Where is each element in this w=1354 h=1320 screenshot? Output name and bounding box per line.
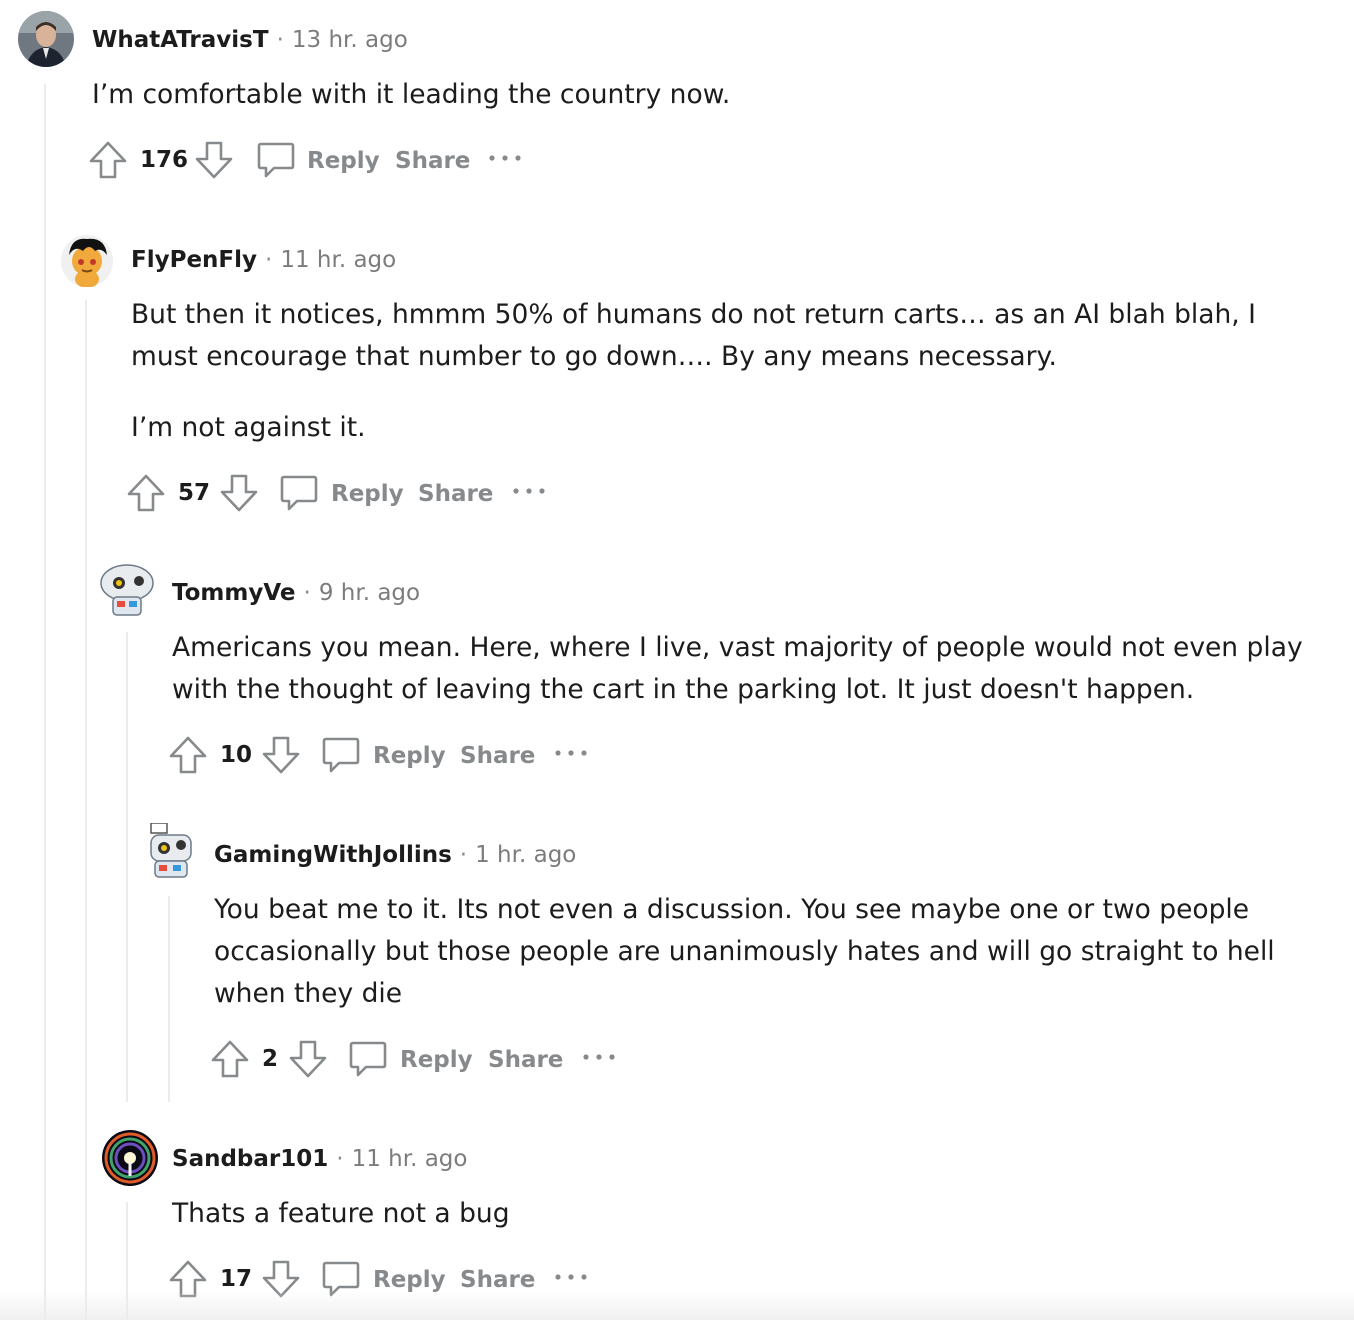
upvote-icon[interactable] bbox=[126, 473, 166, 513]
comment-body: Americans you mean. Here, where I live, … bbox=[172, 627, 1350, 711]
robot-snoo-avatar-icon bbox=[150, 823, 192, 878]
comment-bubble-icon[interactable] bbox=[256, 140, 296, 180]
vote-score: 176 bbox=[140, 147, 189, 173]
username[interactable]: GamingWithJollins bbox=[214, 842, 452, 868]
more-options-icon[interactable] bbox=[512, 473, 546, 513]
downvote-icon[interactable] bbox=[288, 1039, 328, 1079]
upvote-icon[interactable] bbox=[168, 735, 208, 775]
reply-button[interactable]: Reply bbox=[400, 1039, 473, 1081]
reply-button[interactable]: Reply bbox=[373, 735, 446, 777]
username[interactable]: FlyPenFly bbox=[131, 247, 257, 273]
timestamp[interactable]: 1 hr. ago bbox=[475, 842, 576, 868]
comment-body: You beat me to it. Its not even a discus… bbox=[214, 889, 1350, 1015]
avatar[interactable] bbox=[102, 1130, 158, 1186]
reply-button[interactable]: Reply bbox=[307, 140, 380, 182]
comment-paragraph: I’m comfortable with it leading the coun… bbox=[92, 79, 731, 110]
galaxy-photo-avatar-icon bbox=[102, 1130, 158, 1186]
thread-line[interactable] bbox=[126, 632, 128, 1102]
comment-bubble-icon[interactable] bbox=[321, 735, 361, 775]
vote-score: 2 bbox=[262, 1046, 279, 1072]
comment-paragraph: You beat me to it. Its not even a discus… bbox=[214, 894, 1275, 1009]
downvote-icon[interactable] bbox=[219, 473, 259, 513]
timestamp[interactable]: 11 hr. ago bbox=[352, 1146, 468, 1172]
share-button[interactable]: Share bbox=[460, 735, 535, 777]
vote-score: 10 bbox=[220, 742, 253, 768]
meta-separator: · bbox=[265, 247, 273, 273]
timestamp[interactable]: 13 hr. ago bbox=[292, 27, 408, 53]
comment-bubble-icon[interactable] bbox=[348, 1039, 388, 1079]
thread-line[interactable] bbox=[85, 300, 87, 1320]
username[interactable]: Sandbar101 bbox=[172, 1146, 328, 1172]
bottom-fade bbox=[0, 1290, 1354, 1320]
upvote-icon[interactable] bbox=[88, 140, 128, 180]
vote-score: 57 bbox=[178, 480, 211, 506]
username[interactable]: WhatATravisT bbox=[92, 27, 269, 53]
meta-separator: · bbox=[303, 580, 311, 606]
meta-separator: · bbox=[336, 1146, 344, 1172]
comment-bubble-icon[interactable] bbox=[279, 473, 319, 513]
comment-paragraph: I’m not against it. bbox=[131, 412, 366, 443]
person-photo-avatar-icon bbox=[18, 11, 74, 67]
thread-line[interactable] bbox=[44, 84, 46, 1320]
more-options-icon[interactable] bbox=[582, 1039, 616, 1079]
robot-snoo-avatar-icon bbox=[100, 564, 154, 616]
share-button[interactable]: Share bbox=[488, 1039, 563, 1081]
avatar[interactable] bbox=[99, 561, 155, 617]
timestamp[interactable]: 9 hr. ago bbox=[319, 580, 420, 606]
share-button[interactable]: Share bbox=[395, 140, 470, 182]
comment-body: I’m comfortable with it leading the coun… bbox=[92, 74, 1342, 116]
avatar[interactable] bbox=[18, 11, 74, 67]
downvote-icon[interactable] bbox=[194, 140, 234, 180]
snoo-avatar-icon bbox=[61, 235, 113, 287]
meta-separator: · bbox=[276, 27, 284, 53]
more-options-icon[interactable] bbox=[488, 140, 522, 180]
comment-paragraph: Americans you mean. Here, where I live, … bbox=[172, 632, 1303, 705]
meta-separator: · bbox=[459, 842, 468, 868]
username[interactable]: TommyVe bbox=[172, 580, 296, 606]
more-options-icon[interactable] bbox=[554, 735, 588, 775]
comment-body: Thats a feature not a bug bbox=[172, 1193, 1342, 1235]
reply-button[interactable]: Reply bbox=[331, 473, 404, 515]
timestamp[interactable]: 11 hr. ago bbox=[280, 247, 396, 273]
comment-paragraph: But then it notices, hmmm 50% of humans … bbox=[131, 299, 1256, 372]
upvote-icon[interactable] bbox=[210, 1039, 250, 1079]
comment-body: But then it notices, hmmm 50% of humans … bbox=[131, 294, 1326, 449]
share-button[interactable]: Share bbox=[418, 473, 493, 515]
avatar[interactable] bbox=[59, 231, 115, 287]
thread-line[interactable] bbox=[168, 896, 170, 1102]
comment-paragraph: Thats a feature not a bug bbox=[172, 1198, 510, 1229]
downvote-icon[interactable] bbox=[261, 735, 301, 775]
avatar[interactable] bbox=[143, 823, 199, 879]
